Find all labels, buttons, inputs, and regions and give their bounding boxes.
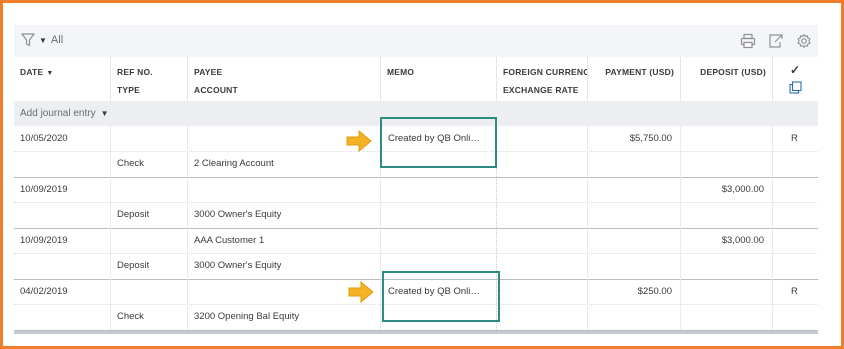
table-row[interactable]: 10/09/2019 Deposit 3000 Owner's Equity $… (14, 177, 818, 229)
column-divider (380, 177, 381, 228)
column-divider (772, 228, 773, 279)
cell-type: Check (117, 158, 144, 169)
column-payment-label: PAYMENT (USD) (605, 67, 674, 77)
arrow-right-icon (346, 130, 372, 152)
chevron-down-icon: ▼ (39, 35, 47, 45)
column-divider (187, 126, 188, 177)
column-ref-type[interactable]: REF NO. TYPE (111, 57, 188, 101)
column-memo[interactable]: MEMO (381, 57, 497, 101)
cell-memo (388, 177, 492, 202)
cell-status: R (791, 286, 798, 297)
column-type-label: TYPE (117, 85, 141, 95)
column-divider (110, 279, 111, 330)
column-divider (587, 177, 588, 228)
column-foreign-currency-label: FOREIGN CURRENCY (503, 67, 588, 77)
column-header-row: DATE ▼ REF NO. TYPE PAYEE ACCOUNT MEMO FO… (14, 57, 818, 102)
register-toolbar: ▼ All (14, 25, 818, 57)
column-divider (680, 126, 681, 177)
column-divider (380, 228, 381, 279)
column-divider (587, 126, 588, 177)
column-status[interactable]: ✓ (773, 57, 818, 101)
cell-deposit: $3,000.00 (721, 235, 764, 246)
column-deposit[interactable]: DEPOSIT (USD) (681, 57, 773, 101)
memo-highlight-box (382, 271, 500, 322)
column-divider (680, 279, 681, 330)
column-divider (680, 177, 681, 228)
checkmark-icon: ✓ (790, 63, 801, 77)
column-divider (772, 279, 773, 330)
column-divider (187, 228, 188, 279)
chevron-down-icon: ▼ (100, 109, 109, 118)
cell-date: 10/09/2019 (20, 235, 68, 246)
cell-account: 2 Clearing Account (194, 158, 274, 169)
column-divider (380, 279, 381, 330)
column-divider (110, 126, 111, 177)
cell-payee: AAA Customer 1 (194, 235, 265, 246)
column-divider (110, 177, 111, 228)
column-divider (187, 177, 188, 228)
column-divider (587, 228, 588, 279)
cell-date: 10/09/2019 (20, 184, 68, 195)
add-journal-entry-button[interactable]: Add journal entry ▼ (20, 108, 109, 119)
column-account-label: ACCOUNT (194, 85, 238, 95)
column-divider (496, 177, 497, 228)
cell-type: Check (117, 311, 144, 322)
print-icon[interactable] (740, 33, 756, 49)
column-payment[interactable]: PAYMENT (USD) (588, 57, 681, 101)
copy-icon[interactable] (789, 81, 802, 96)
column-deposit-label: DEPOSIT (USD) (700, 67, 766, 77)
cell-deposit: $3,000.00 (721, 184, 764, 195)
cell-date: 10/05/2020 (20, 133, 68, 144)
memo-highlight-box (380, 117, 497, 168)
column-divider (587, 279, 588, 330)
add-journal-entry-label: Add journal entry (20, 108, 96, 119)
column-foreign-currency[interactable]: FOREIGN CURRENCY EXCHANGE RATE (497, 57, 588, 101)
filter-icon (21, 33, 35, 47)
column-ref-label: REF NO. (117, 67, 153, 77)
column-divider (110, 228, 111, 279)
column-date-label: DATE (20, 67, 44, 77)
toolbar-actions (740, 33, 812, 49)
cell-payment: $250.00 (637, 286, 672, 297)
column-divider (187, 279, 188, 330)
horizontal-scrollbar[interactable] (14, 331, 818, 334)
filter-dropdown[interactable]: ▼ All (21, 33, 63, 47)
column-divider (680, 228, 681, 279)
cell-account: 3200 Opening Bal Equity (194, 311, 300, 322)
cell-payment: $5,750.00 (629, 133, 672, 144)
settings-icon[interactable] (796, 33, 812, 49)
cell-type: Deposit (117, 260, 150, 271)
sort-desc-icon: ▼ (46, 70, 54, 77)
cell-status: R (791, 133, 798, 144)
arrow-right-icon (348, 281, 374, 303)
column-divider (772, 177, 773, 228)
column-payee-label: PAYEE (194, 67, 223, 77)
column-exchange-rate-label: EXCHANGE RATE (503, 85, 579, 95)
cell-type: Deposit (117, 209, 150, 220)
column-payee-account[interactable]: PAYEE ACCOUNT (188, 57, 381, 101)
cell-account: 3000 Owner's Equity (194, 209, 282, 220)
cell-date: 04/02/2019 (20, 286, 68, 297)
column-divider (772, 126, 773, 177)
column-memo-label: MEMO (387, 67, 415, 77)
column-date[interactable]: DATE ▼ (14, 57, 111, 101)
cell-memo (388, 228, 492, 253)
export-icon[interactable] (768, 33, 784, 49)
cell-account: 3000 Owner's Equity (194, 260, 282, 271)
filter-label: All (50, 34, 64, 46)
